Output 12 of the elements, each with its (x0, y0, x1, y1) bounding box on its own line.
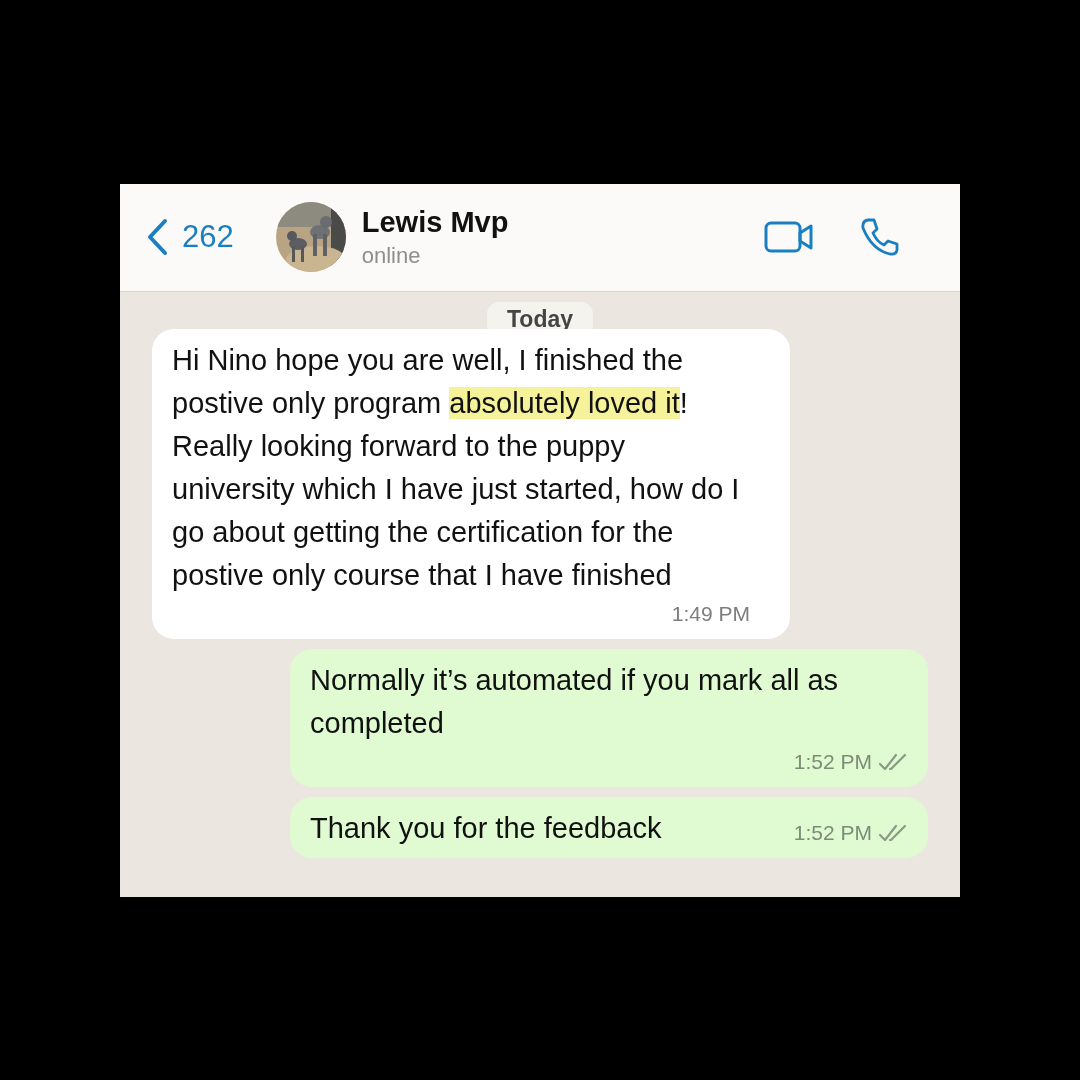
message-text: Hi Nino hope you are well, I finished the postive only program absolutely loved it! Really looking forward to the puppy university which I have just started, how do I go about getting the certification for the postive only course that I have finished (172, 342, 741, 593)
contact-name: Lewis Mvp (361, 205, 510, 239)
contact-status: online (361, 242, 422, 269)
chevron-icon (146, 218, 168, 256)
message-text: Thank you for the feedback (310, 810, 662, 846)
message-time: 1:52 PM (793, 820, 872, 845)
video-call-icon[interactable] (764, 221, 814, 253)
message-text: Normally it’s automated if you mark all as completed (310, 662, 840, 741)
message-time: 1:49 PM (671, 601, 750, 626)
phone-call-icon[interactable] (860, 217, 900, 257)
back-button[interactable]: 262 (146, 218, 234, 256)
message-time: 1:52 PM (793, 749, 872, 774)
